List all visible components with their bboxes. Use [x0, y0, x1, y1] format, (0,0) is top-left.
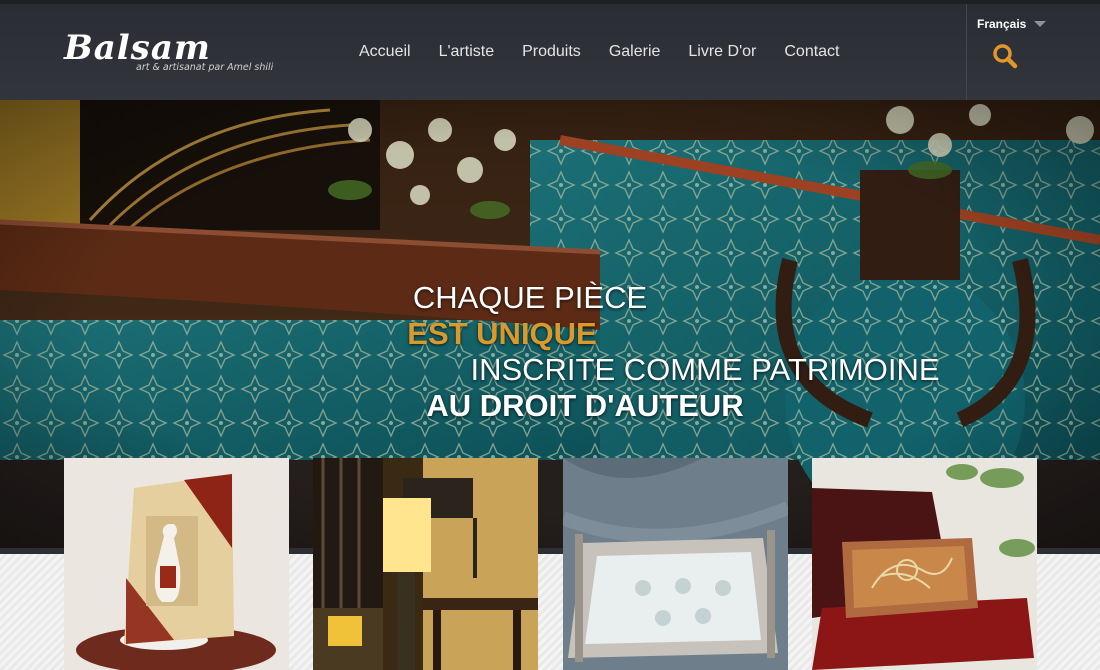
product-thumbnail-tray[interactable] [563, 458, 788, 670]
search-button[interactable] [991, 42, 1019, 70]
slogan-line-1: CHAQUE PIÈCE [412, 280, 648, 315]
nav-item-artiste[interactable]: L'artiste [425, 40, 509, 64]
product-image [313, 458, 538, 670]
product-thumbnail-calligraphy-box[interactable] [812, 458, 1037, 670]
slogan-line-2: EST UNIQUE [407, 316, 597, 351]
site-header: Balsam art & artisanat par Amel shili Ac… [0, 0, 1100, 100]
header-tools: Français [966, 4, 1100, 100]
nav-item-contact[interactable]: Contact [770, 40, 853, 64]
hero-slogan: CHAQUE PIÈCE EST UNIQUE INSCRITE COMME P… [0, 280, 1100, 424]
nav-item-galerie[interactable]: Galerie [595, 40, 675, 64]
language-label: Français [977, 17, 1027, 31]
site-logo[interactable]: Balsam art & artisanat par Amel shili [64, 28, 284, 78]
main-nav: Accueil L'artiste Produits Galerie Livre… [345, 40, 854, 64]
search-icon [993, 44, 1018, 69]
nav-item-accueil[interactable]: Accueil [345, 40, 425, 64]
product-thumbnail-lamp[interactable] [313, 458, 538, 670]
slogan-line-3: INSCRITE COMME PATRIMOINE [470, 352, 940, 387]
chevron-down-icon [1034, 21, 1047, 27]
product-thumbnail-frame[interactable] [64, 458, 289, 670]
product-image [64, 458, 289, 670]
nav-item-produits[interactable]: Produits [508, 40, 595, 64]
nav-item-livre-dor[interactable]: Livre D'or [674, 40, 770, 64]
product-image [563, 458, 788, 670]
logo-tagline: art & artisanat par Amel shili [136, 62, 274, 73]
slogan-line-4: AU DROIT D'AUTEUR [426, 388, 744, 423]
product-image [812, 458, 1037, 670]
language-selector[interactable]: Français [977, 16, 1047, 32]
